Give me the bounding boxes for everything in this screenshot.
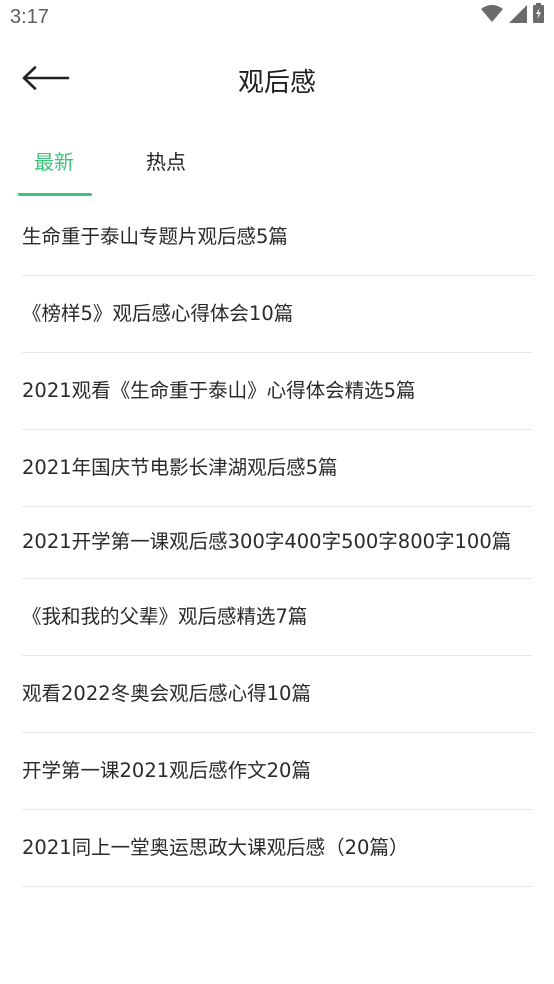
list-item[interactable]: 开学第一课2021观后感作文20篇 [22, 733, 532, 810]
app-bar: 观后感 [0, 38, 554, 122]
article-list: 生命重于泰山专题片观后感5篇 《榜样5》观后感心得体会10篇 2021观看《生命… [22, 199, 532, 887]
list-item[interactable]: 观看2022冬奥会观后感心得10篇 [22, 656, 532, 733]
list-item[interactable]: 2021同上一堂奥运思政大课观后感（20篇） [22, 810, 532, 887]
battery-charging-icon [533, 3, 544, 27]
list-item[interactable]: 2021开学第一课观后感300字400字500字800字100篇 [22, 507, 532, 579]
signal-icon [509, 5, 527, 27]
tab-bar: 最新 热点 [0, 130, 554, 198]
page-title: 观后感 [237, 68, 316, 98]
list-item[interactable]: 《榜样5》观后感心得体会10篇 [22, 276, 532, 353]
wifi-icon [481, 5, 503, 27]
tab-indicator [18, 193, 92, 196]
tab-latest[interactable]: 最新 [34, 146, 74, 175]
status-icons [481, 3, 544, 27]
list-item[interactable]: 生命重于泰山专题片观后感5篇 [22, 199, 532, 276]
tab-hot[interactable]: 热点 [146, 146, 186, 175]
list-item[interactable]: 2021观看《生命重于泰山》心得体会精选5篇 [22, 353, 532, 430]
list-item[interactable]: 《我和我的父辈》观后感精选7篇 [22, 579, 532, 656]
status-bar: 3:17 [0, 0, 554, 38]
status-time: 3:17 [10, 6, 49, 28]
list-item[interactable]: 2021年国庆节电影长津湖观后感5篇 [22, 430, 532, 507]
